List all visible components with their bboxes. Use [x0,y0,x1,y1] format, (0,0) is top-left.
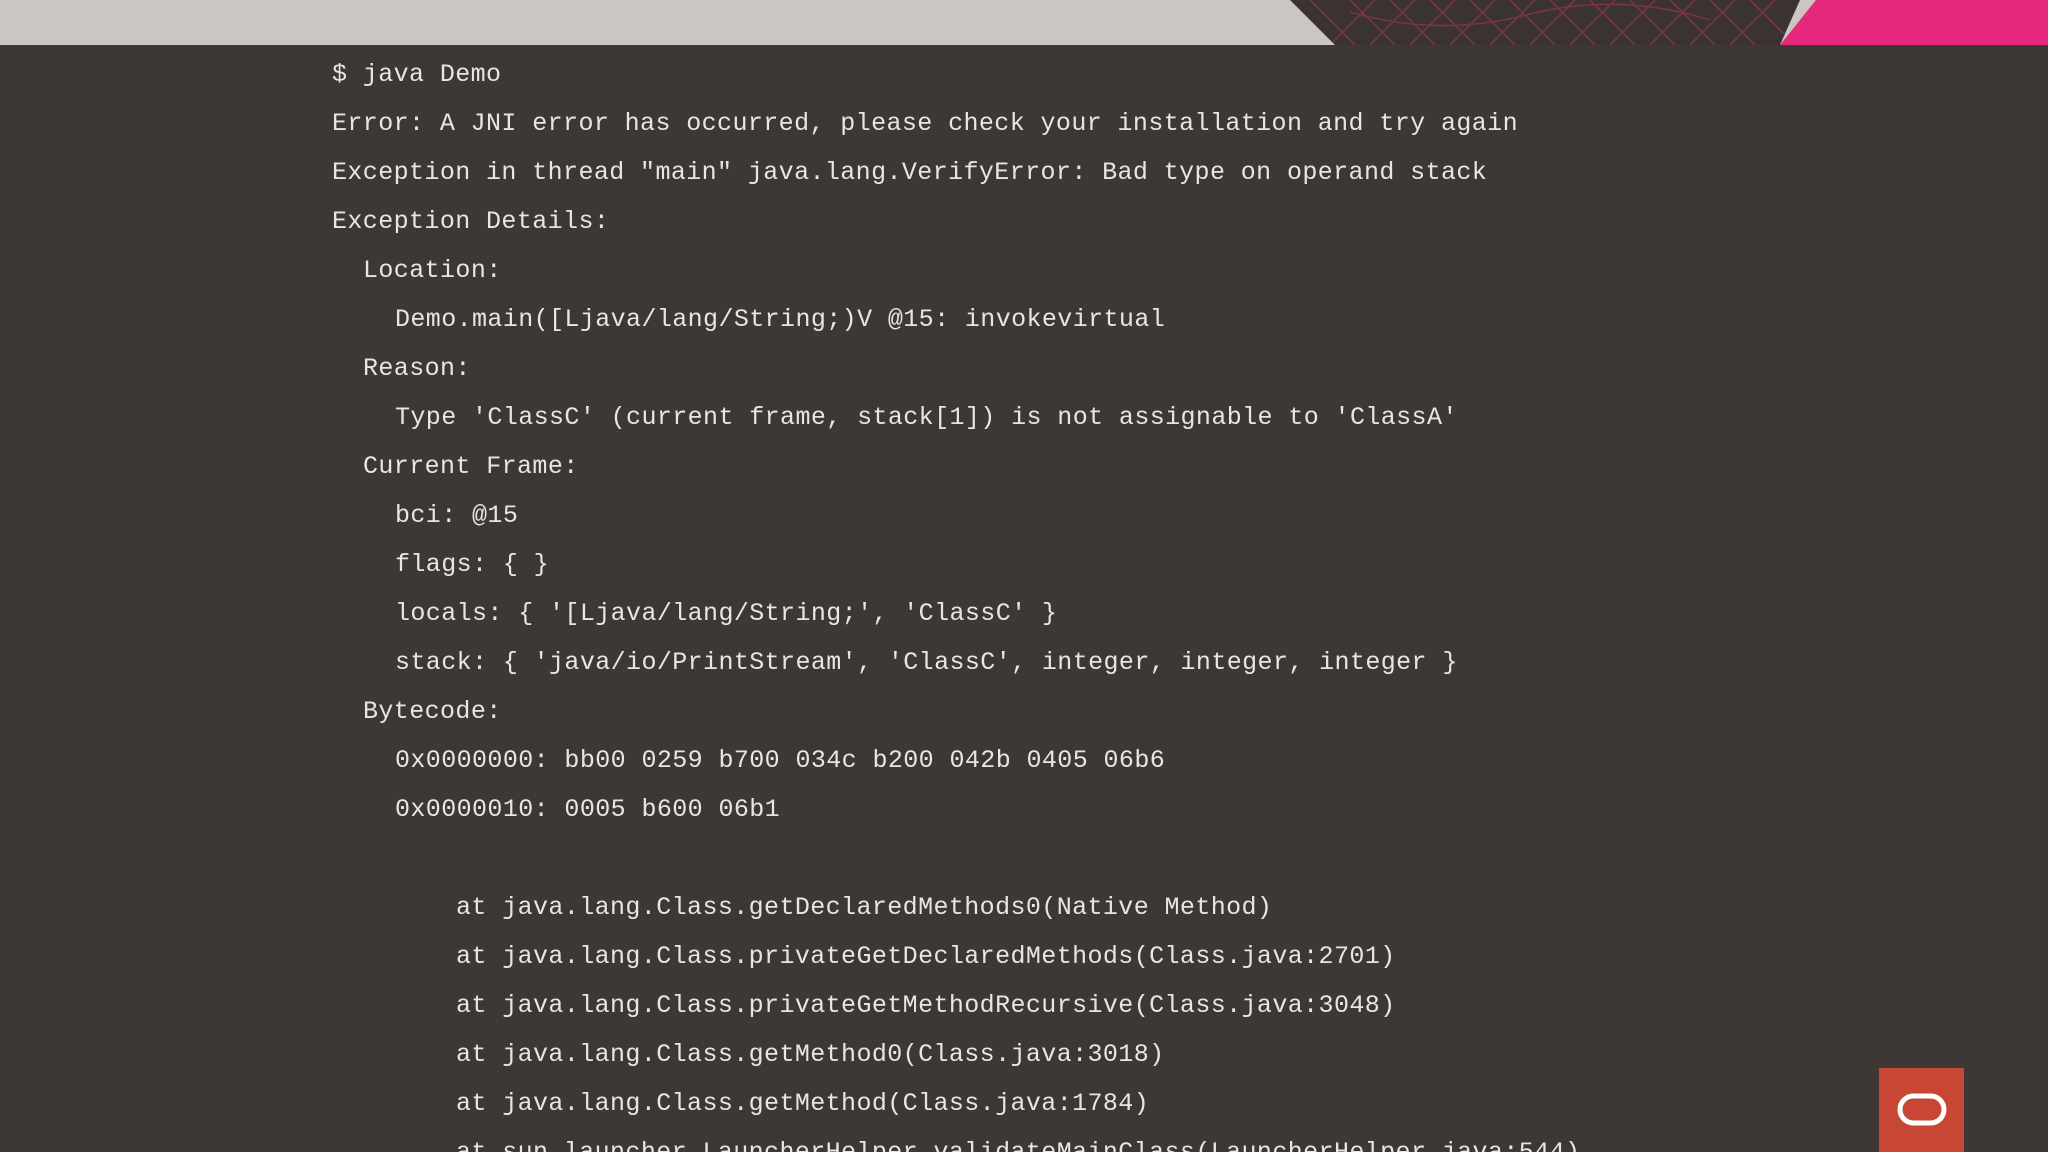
exception-details-heading: Exception Details: [332,207,610,236]
presentation-slide: $ java Demo Error: A JNI error has occur… [0,0,2048,1152]
command-line: $ java Demo [332,60,502,89]
frame-stack: stack: { 'java/io/PrintStream', 'ClassC'… [395,648,1458,677]
reason-label: Reason: [363,354,471,383]
reason-value: Type 'ClassC' (current frame, stack[1]) … [395,403,1458,432]
header-accent-graphic [1780,0,2048,45]
terminal-output: $ java Demo Error: A JNI error has occur… [0,45,2048,1152]
frame-flags: flags: { } [395,550,550,579]
stack-trace-frame: at java.lang.Class.privateGetDeclaredMet… [456,942,1396,971]
header-pattern-graphic [1290,0,1800,45]
stack-trace-frame: at java.lang.Class.getDeclaredMethods0(N… [456,893,1273,922]
bytecode-row: 0x0000010: 0005 b600 06b1 [395,795,781,824]
bytecode-row: 0x0000000: bb00 0259 b700 034c b200 042b… [395,746,1166,775]
bytecode-label: Bytecode: [363,697,502,726]
stack-trace-frame: at java.lang.Class.getMethod0(Class.java… [456,1040,1165,1069]
stack-trace-frame: at java.lang.Class.privateGetMethodRecur… [456,991,1396,1020]
location-label: Location: [363,256,502,285]
current-frame-label: Current Frame: [363,452,579,481]
stack-trace-frame: at sun.launcher.LauncherHelper.validateM… [456,1138,1580,1152]
frame-locals: locals: { '[Ljava/lang/String;', 'ClassC… [395,599,1058,628]
oracle-logo-icon [1897,1093,1947,1126]
exception-line: Exception in thread "main" java.lang.Ver… [332,158,1488,187]
oracle-logo-badge [1879,1068,1964,1152]
location-value: Demo.main([Ljava/lang/String;)V @15: inv… [395,305,1166,334]
frame-bci: bci: @15 [395,501,519,530]
error-line: Error: A JNI error has occurred, please … [332,109,1518,138]
stack-trace-frame: at java.lang.Class.getMethod(Class.java:… [456,1089,1150,1118]
